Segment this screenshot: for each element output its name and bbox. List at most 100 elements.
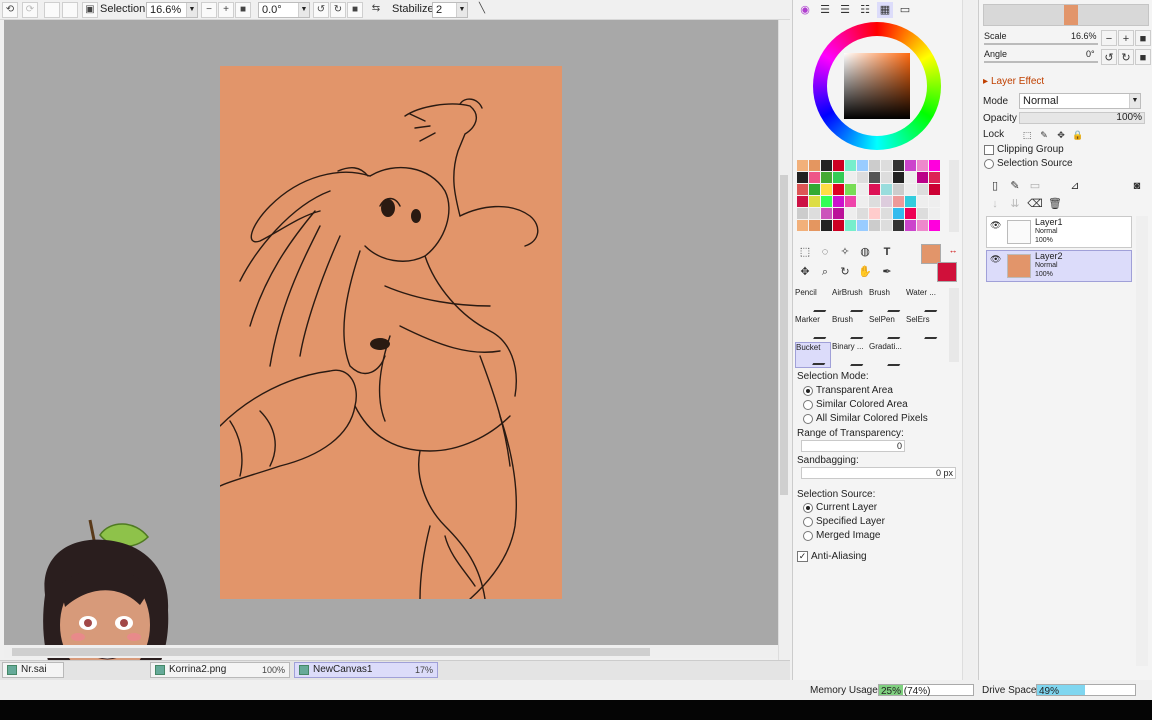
color-swatch[interactable] bbox=[809, 160, 820, 171]
color-swatch[interactable] bbox=[869, 184, 880, 195]
zoom-reset-icon[interactable]: ■ bbox=[1135, 30, 1151, 46]
color-swatch[interactable] bbox=[809, 220, 820, 231]
new-layer-icon[interactable]: ▯ bbox=[987, 178, 1003, 194]
mask-icon[interactable]: ◙ bbox=[1129, 178, 1145, 194]
rotate-cw-icon[interactable]: ↻ bbox=[330, 2, 346, 18]
clipping-group-checkbox[interactable] bbox=[984, 145, 994, 155]
source-radio-merged[interactable] bbox=[803, 531, 813, 541]
color-swatch[interactable] bbox=[845, 208, 856, 219]
color-swatch[interactable] bbox=[929, 160, 940, 171]
hue-ring[interactable] bbox=[813, 22, 941, 150]
color-swatch[interactable] bbox=[917, 220, 928, 231]
color-swatch[interactable] bbox=[845, 172, 856, 183]
color-swatch[interactable] bbox=[821, 196, 832, 207]
color-swatch[interactable] bbox=[845, 220, 856, 231]
secondary-color-swatch[interactable] bbox=[937, 262, 957, 282]
scale-slider[interactable] bbox=[984, 43, 1098, 45]
new-folder-icon[interactable]: ▭ bbox=[1027, 178, 1043, 194]
tool-selpen[interactable]: SelPen bbox=[869, 315, 905, 341]
color-swatch[interactable] bbox=[857, 220, 868, 231]
tool-gradati[interactable]: Gradati... bbox=[869, 342, 905, 368]
new-linework-layer-icon[interactable]: ✎ bbox=[1007, 178, 1023, 194]
color-swatch[interactable] bbox=[905, 160, 916, 171]
color-swatch[interactable] bbox=[833, 160, 844, 171]
color-swatch[interactable] bbox=[857, 172, 868, 183]
color-swatch[interactable] bbox=[869, 172, 880, 183]
color-swatch[interactable] bbox=[869, 220, 880, 231]
color-swatch[interactable] bbox=[797, 172, 808, 183]
tool-brush[interactable]: Brush bbox=[832, 315, 868, 341]
color-swatch[interactable] bbox=[797, 220, 808, 231]
zoom-in-icon[interactable]: + bbox=[218, 2, 234, 18]
rotate-ccw-icon[interactable]: ↺ bbox=[1101, 49, 1117, 65]
color-swatch[interactable] bbox=[893, 160, 904, 171]
color-swatch[interactable] bbox=[869, 160, 880, 171]
navigator-preview[interactable] bbox=[983, 4, 1149, 26]
sandbagging-slider[interactable]: 0 px bbox=[801, 467, 956, 479]
color-swatch[interactable] bbox=[929, 172, 940, 183]
eye-icon[interactable]: 👁 bbox=[990, 254, 1001, 265]
color-swatch[interactable] bbox=[929, 196, 940, 207]
bucket-select-icon[interactable]: ◍ bbox=[857, 244, 873, 260]
rotate-ccw-icon[interactable]: ↺ bbox=[313, 2, 329, 18]
color-swatch[interactable] bbox=[857, 184, 868, 195]
color-swatch[interactable] bbox=[809, 208, 820, 219]
color-swatch[interactable] bbox=[833, 196, 844, 207]
hand-icon[interactable]: ✋ bbox=[857, 264, 873, 280]
color-swatch[interactable] bbox=[821, 160, 832, 171]
color-swatch[interactable] bbox=[881, 160, 892, 171]
scratchpad-icon[interactable]: ▭ bbox=[897, 2, 913, 18]
primary-color-swatch[interactable] bbox=[921, 244, 941, 264]
tool-scrollbar[interactable] bbox=[949, 288, 959, 362]
color-swatch[interactable] bbox=[929, 220, 940, 231]
color-swatch[interactable] bbox=[821, 220, 832, 231]
zoom-reset-icon[interactable]: ■ bbox=[235, 2, 251, 18]
tab-document-1[interactable]: Nr.sai bbox=[2, 662, 64, 678]
color-swatch[interactable] bbox=[833, 172, 844, 183]
lasso-icon[interactable]: ◌ bbox=[817, 244, 833, 260]
color-swatch[interactable] bbox=[917, 196, 928, 207]
lock-all-icon[interactable]: 🔒 bbox=[1070, 127, 1086, 143]
antialias-checkbox[interactable]: ✓ bbox=[797, 551, 808, 562]
artwork-canvas[interactable] bbox=[219, 66, 562, 600]
stabilizer-select[interactable]: 2 ▼ bbox=[432, 2, 468, 18]
color-swatch[interactable] bbox=[893, 196, 904, 207]
panel-scrollbar[interactable] bbox=[962, 0, 976, 680]
swap-colors-icon[interactable]: ↔ bbox=[945, 242, 961, 258]
layer-row-selected[interactable]: 👁 Layer2 Normal 100% bbox=[986, 250, 1132, 282]
clear-layer-icon[interactable]: ⌫ bbox=[1027, 196, 1043, 212]
layer-row[interactable]: 👁 Layer1 Normal 100% bbox=[986, 216, 1132, 248]
hsv-slider-icon[interactable]: ☰ bbox=[837, 2, 853, 18]
color-swatch[interactable] bbox=[821, 208, 832, 219]
color-swatch[interactable] bbox=[917, 160, 928, 171]
color-swatch[interactable] bbox=[869, 196, 880, 207]
color-wheel-icon[interactable]: ◉ bbox=[797, 2, 813, 18]
mode-radio-transparent[interactable] bbox=[803, 386, 813, 396]
rotate-cw-icon[interactable]: ↻ bbox=[1118, 49, 1134, 65]
mode-radio-all-similar[interactable] bbox=[803, 414, 813, 424]
tool-brush[interactable]: Brush bbox=[869, 288, 905, 314]
tool-water[interactable]: Water ... bbox=[906, 288, 942, 314]
zoom-field[interactable]: 16.6% ▼ bbox=[146, 2, 198, 18]
color-swatch[interactable] bbox=[857, 208, 868, 219]
color-swatch[interactable] bbox=[797, 184, 808, 195]
rotate-reset-icon[interactable]: ■ bbox=[347, 2, 363, 18]
color-swatch[interactable] bbox=[893, 208, 904, 219]
chevron-down-icon[interactable]: ▼ bbox=[186, 3, 197, 17]
rotate-tool-icon[interactable]: ↻ bbox=[837, 264, 853, 280]
chevron-down-icon[interactable]: ▼ bbox=[298, 3, 309, 17]
color-swatch[interactable] bbox=[881, 184, 892, 195]
color-swatch[interactable] bbox=[821, 184, 832, 195]
invert-selection-icon[interactable] bbox=[62, 2, 78, 18]
color-swatch[interactable] bbox=[845, 196, 856, 207]
color-swatch[interactable] bbox=[905, 196, 916, 207]
color-swatch[interactable] bbox=[905, 220, 916, 231]
color-swatch[interactable] bbox=[929, 184, 940, 195]
zoom-tool-icon[interactable]: ⌕ bbox=[817, 264, 833, 280]
layer-effect-label[interactable]: Layer Effect bbox=[991, 76, 1044, 87]
merge-down-icon[interactable]: ⇊ bbox=[1007, 196, 1023, 212]
color-swatch[interactable] bbox=[929, 208, 940, 219]
color-swatch[interactable] bbox=[893, 220, 904, 231]
tool-marker[interactable]: Marker bbox=[795, 315, 831, 341]
tab-document-3[interactable]: NewCanvas1 17% bbox=[294, 662, 438, 678]
